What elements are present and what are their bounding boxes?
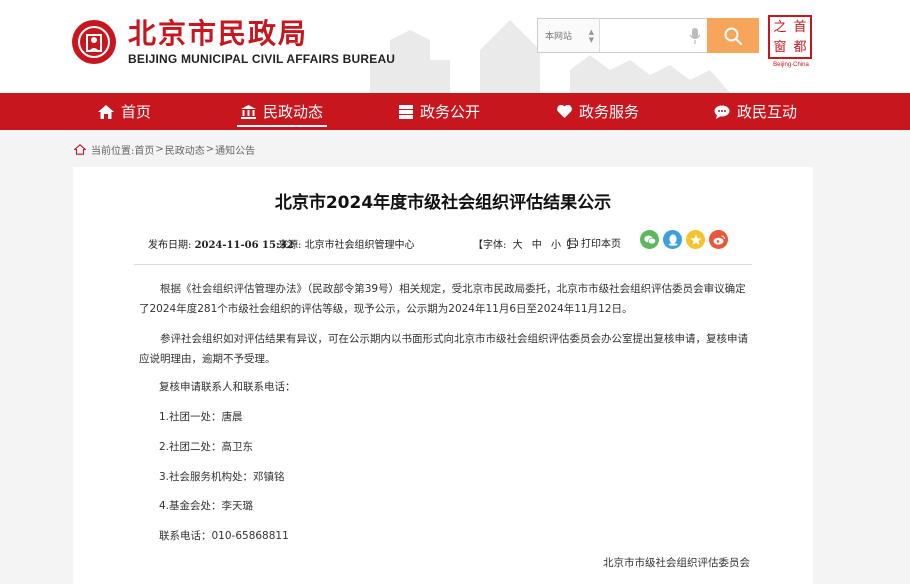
wechat-share-button[interactable]	[640, 230, 659, 249]
capital-char: 首	[793, 19, 807, 35]
share-buttons	[640, 230, 732, 249]
contact-line: 3.社会服务机构处：邓镇铭	[159, 471, 285, 483]
font-size-small[interactable]: 小	[551, 240, 561, 251]
source-label: 来源:	[278, 240, 302, 251]
source-value: 北京市社会组织管理中心	[304, 240, 415, 251]
breadcrumb-civil-news[interactable]: 民政动态	[165, 142, 205, 157]
capital-char: 都	[793, 39, 807, 55]
font-size-large[interactable]: 大	[513, 240, 523, 251]
qq-share-button[interactable]	[663, 230, 682, 249]
font-size-label: 【字体:	[473, 240, 507, 251]
print-label: 打印本页	[581, 239, 621, 250]
breadcrumb-label: 当前位置:	[91, 146, 135, 157]
nav-home[interactable]: 首页	[98, 93, 151, 130]
breadcrumb-separator: >	[205, 144, 215, 155]
meta-divider	[134, 264, 752, 265]
logo-title-en: BEIJING MUNICIPAL CIVIL AFFAIRS BUREAU	[128, 52, 396, 66]
article-body: 根据《社会组织评估管理办法》（民政部令第39号）相关规定，受北京市民政局委托，北…	[139, 279, 751, 369]
font-size-switcher: 【字体: 大 中 小 】	[473, 236, 577, 251]
home-icon	[98, 104, 114, 119]
font-size-medium[interactable]: 中	[532, 240, 542, 251]
document-icon	[399, 104, 413, 119]
body-paragraph: 参评社会组织如对评估结果有异议，可在公示期内以书面形式向北京市市级社会组织评估委…	[139, 333, 748, 365]
logo-title-cn: 北京市民政局	[128, 17, 309, 50]
microphone-icon[interactable]	[690, 28, 700, 44]
article-signature: 北京市市级社会组织评估委员会	[603, 557, 750, 569]
breadcrumb-separator: >	[155, 144, 164, 155]
site-header: 北京市民政局 BEIJING MUNICIPAL CIVIL AFFAIRS B…	[0, 0, 910, 93]
contact-line: 2.社团二处：高卫东	[159, 441, 254, 453]
capital-window-logo[interactable]: 之 首 窗 都	[768, 15, 812, 59]
nav-interaction[interactable]: 政民互动	[714, 93, 797, 130]
publish-date: 发布日期: 2024-11-06 15:32	[148, 236, 294, 251]
contact-phone: 联系电话：010-65868811	[159, 530, 289, 542]
capital-char: 窗	[773, 39, 787, 55]
contact-line: 1.社团一处：唐晨	[159, 411, 243, 423]
breadcrumb-notices[interactable]: 通知公告	[215, 142, 255, 157]
select-arrows-icon: ▲ ▼	[588, 28, 594, 44]
emblem-icon	[72, 20, 116, 64]
search-icon	[724, 27, 743, 45]
article-title: 北京市2024年度市级社会组织评估结果公示	[274, 193, 612, 213]
printer-icon	[567, 237, 578, 248]
search-input-wrapper	[599, 18, 707, 53]
publish-date-label: 发布日期:	[148, 240, 192, 251]
breadcrumb: 当前位置: 首页 > 民政动态 > 通知公告	[74, 142, 255, 157]
nav-label: 民政动态	[263, 103, 324, 121]
search-scope-value: 本网站	[545, 32, 573, 42]
nav-label: 政民互动	[737, 103, 798, 121]
star-icon	[689, 234, 702, 245]
wechat-icon	[643, 235, 656, 244]
site-logo[interactable]: 北京市民政局 BEIJING MUNICIPAL CIVIL AFFAIRS B…	[72, 18, 395, 66]
capital-window-subtitle: Beijing·China	[773, 62, 809, 68]
main-nav: 首页 民政动态 政务公开 政务服务 政民互动	[0, 93, 910, 130]
article-panel: 北京市2024年度市级社会组织评估结果公示 发布日期: 2024-11-06 1…	[73, 167, 813, 584]
nav-gov-affairs[interactable]: 政务公开	[399, 93, 480, 130]
nav-civil-news[interactable]: 民政动态	[236, 93, 328, 130]
breadcrumb-home[interactable]: 首页	[134, 142, 154, 157]
contact-intro: 复核申请联系人和联系电话：	[159, 381, 296, 393]
heart-icon	[557, 105, 572, 118]
print-button[interactable]: 打印本页	[567, 235, 621, 250]
nav-gov-services[interactable]: 政务服务	[557, 93, 639, 130]
article-source: 来源: 北京市社会组织管理中心	[278, 236, 415, 251]
building-icon	[241, 104, 256, 119]
body-paragraph: 根据《社会组织评估管理办法》（民政部令第39号）相关规定，受北京市民政局委托，北…	[139, 283, 746, 315]
qzone-share-button[interactable]	[686, 230, 705, 249]
search-button[interactable]	[707, 18, 759, 53]
site-search: 本网站 ▲ ▼	[537, 18, 759, 53]
nav-label: 政务公开	[420, 103, 481, 121]
qq-icon	[668, 233, 677, 246]
search-scope-select[interactable]: 本网站 ▲ ▼	[537, 18, 599, 53]
chat-icon	[714, 105, 730, 119]
nav-label: 政务服务	[579, 103, 640, 121]
home-outline-icon	[74, 144, 86, 155]
nav-label: 首页	[121, 103, 152, 121]
contact-line: 4.基金会处：李天璐	[159, 500, 254, 512]
search-input[interactable]	[600, 19, 680, 52]
weibo-share-button[interactable]	[709, 230, 728, 249]
weibo-icon	[713, 234, 725, 245]
capital-char: 之	[773, 19, 787, 35]
